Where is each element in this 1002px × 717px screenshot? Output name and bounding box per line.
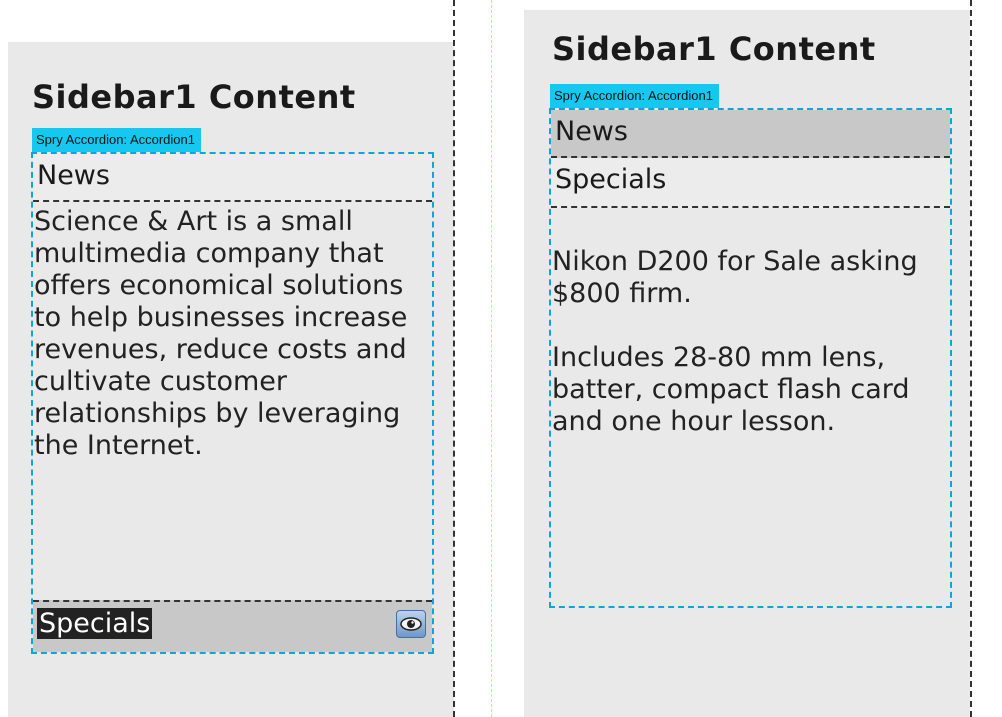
right-specials-content: Nikon D200 for Sale asking $800 firm. In… [551,210,950,606]
right-spry-accordion-tag[interactable]: Spry Accordion: Accordion1 [550,84,719,108]
right-specials-text-1: Nikon D200 for Sale asking $800 firm. [552,246,918,309]
left-news-content: Science & Art is a small multimedia comp… [33,204,432,600]
left-tab-news-label: News [37,160,110,191]
right-panel-edge [970,0,972,717]
right-tab-news-label: News [555,116,628,147]
right-tab-specials[interactable]: Specials [551,158,950,208]
left-panel-edge [453,0,455,717]
right-accordion: News Specials Nikon D200 for Sale asking… [549,108,952,608]
right-specials-text-2: Includes 28-80 mm lens, batter, compact … [552,342,910,437]
left-news-text: Science & Art is a small multimedia comp… [34,206,408,461]
left-tab-specials-label: Specials [37,608,153,639]
left-accordion: News Science & Art is a small multimedia… [31,152,434,654]
left-sidebar-title: Sidebar1 Content [32,78,356,116]
center-divider [491,0,492,717]
left-spry-accordion-tag[interactable]: Spry Accordion: Accordion1 [32,128,201,152]
right-tab-specials-label: Specials [555,164,667,195]
right-sidebar-title: Sidebar1 Content [552,30,876,68]
left-tab-specials[interactable]: Specials [33,600,432,652]
left-tab-news[interactable]: News [33,154,432,202]
eye-icon[interactable] [396,610,426,638]
right-tab-news[interactable]: News [551,110,950,158]
